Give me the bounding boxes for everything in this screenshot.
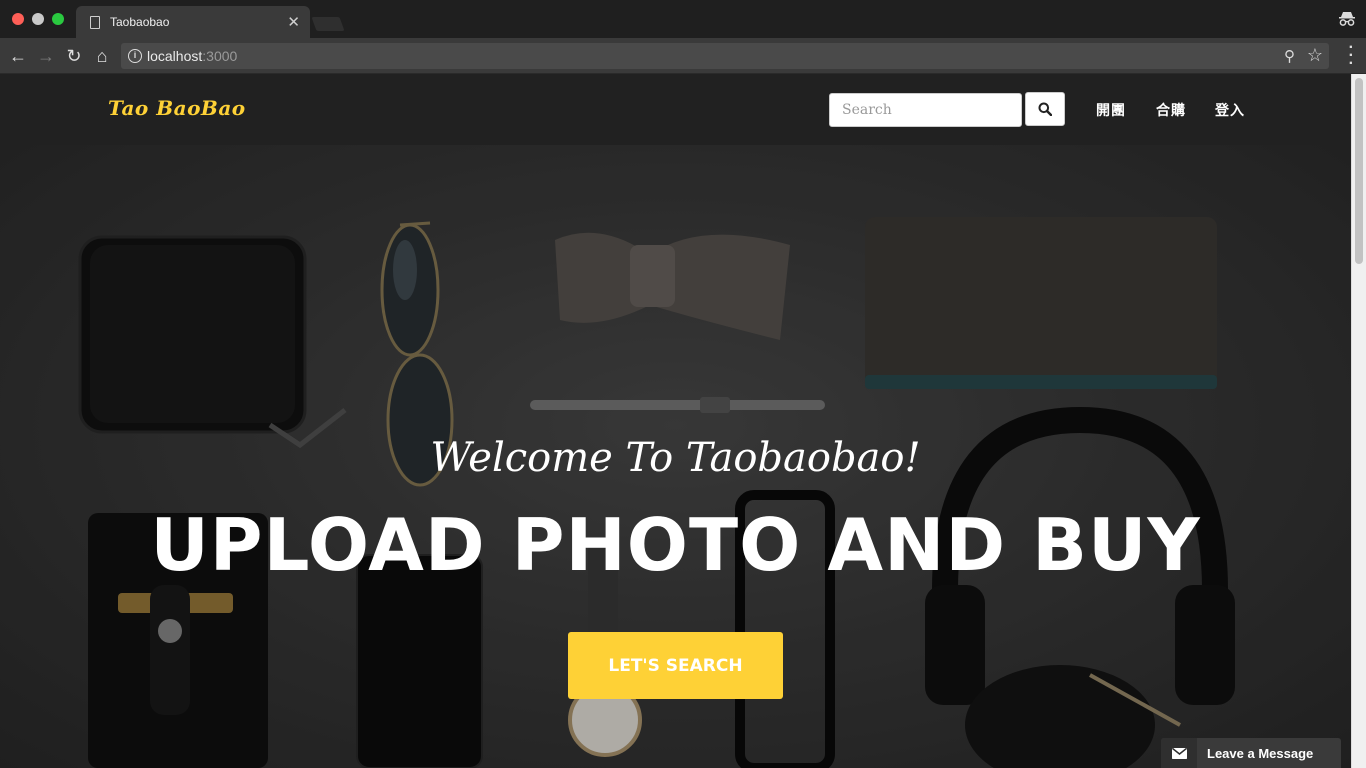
brand-logo[interactable]: Tao BaoBao: [108, 96, 246, 120]
home-icon[interactable]: ⌂: [90, 44, 114, 68]
browser-tab[interactable]: Taobaobao ✕: [76, 6, 310, 38]
browser-titlebar: Taobaobao ✕: [0, 0, 1366, 38]
leave-message-label: Leave a Message: [1207, 746, 1314, 761]
zoom-icon[interactable]: ⚲: [1284, 47, 1295, 65]
document-icon: [90, 16, 100, 29]
nav-link-group-buy[interactable]: 合購: [1156, 100, 1186, 120]
hero-section: Welcome To Taobaobao! UPLOAD PHOTO AND B…: [0, 145, 1351, 768]
lets-search-button[interactable]: Let's Search: [568, 632, 783, 699]
nav-link-login[interactable]: 登入: [1215, 100, 1245, 120]
search-input[interactable]: [829, 93, 1022, 127]
page-scrollbar[interactable]: [1351, 74, 1366, 768]
site-navbar: Tao BaoBao 開團 合購 登入: [0, 74, 1351, 145]
envelope-icon: [1172, 748, 1187, 759]
tab-close-icon[interactable]: ✕: [287, 13, 300, 31]
maximize-window-button[interactable]: [52, 13, 64, 25]
scrollbar-thumb[interactable]: [1355, 78, 1363, 264]
page-viewport: Welcome To Taobaobao! UPLOAD PHOTO AND B…: [0, 74, 1366, 768]
reload-icon[interactable]: ↻: [62, 44, 86, 68]
minimize-window-button[interactable]: [32, 13, 44, 25]
back-arrow-icon[interactable]: ←: [6, 44, 30, 68]
search-button[interactable]: [1025, 92, 1065, 126]
info-icon[interactable]: i: [128, 49, 142, 63]
leave-message-widget[interactable]: Leave a Message: [1161, 738, 1341, 768]
forward-arrow-icon[interactable]: →: [34, 44, 58, 68]
close-window-button[interactable]: [12, 13, 24, 25]
search-icon: [1038, 102, 1052, 116]
address-bar[interactable]: i localhost:3000 ⚲ ☆: [121, 43, 1329, 69]
nav-link-open-group[interactable]: 開團: [1096, 100, 1126, 120]
hero-heading: UPLOAD PHOTO AND BUY: [150, 503, 1201, 587]
hero-welcome-text: Welcome To Taobaobao!: [430, 435, 921, 481]
browser-menu-icon[interactable]: · · ·: [1349, 40, 1354, 72]
browser-toolbar: ← → ↻ ⌂ i localhost:3000 ⚲ ☆ · · ·: [0, 38, 1366, 74]
incognito-icon: [1339, 12, 1355, 26]
tab-title: Taobaobao: [110, 15, 170, 29]
new-tab-button[interactable]: [311, 17, 345, 31]
message-icon-box: [1161, 738, 1197, 768]
url-text: localhost:3000: [147, 48, 238, 64]
bookmark-star-icon[interactable]: ☆: [1307, 45, 1323, 66]
